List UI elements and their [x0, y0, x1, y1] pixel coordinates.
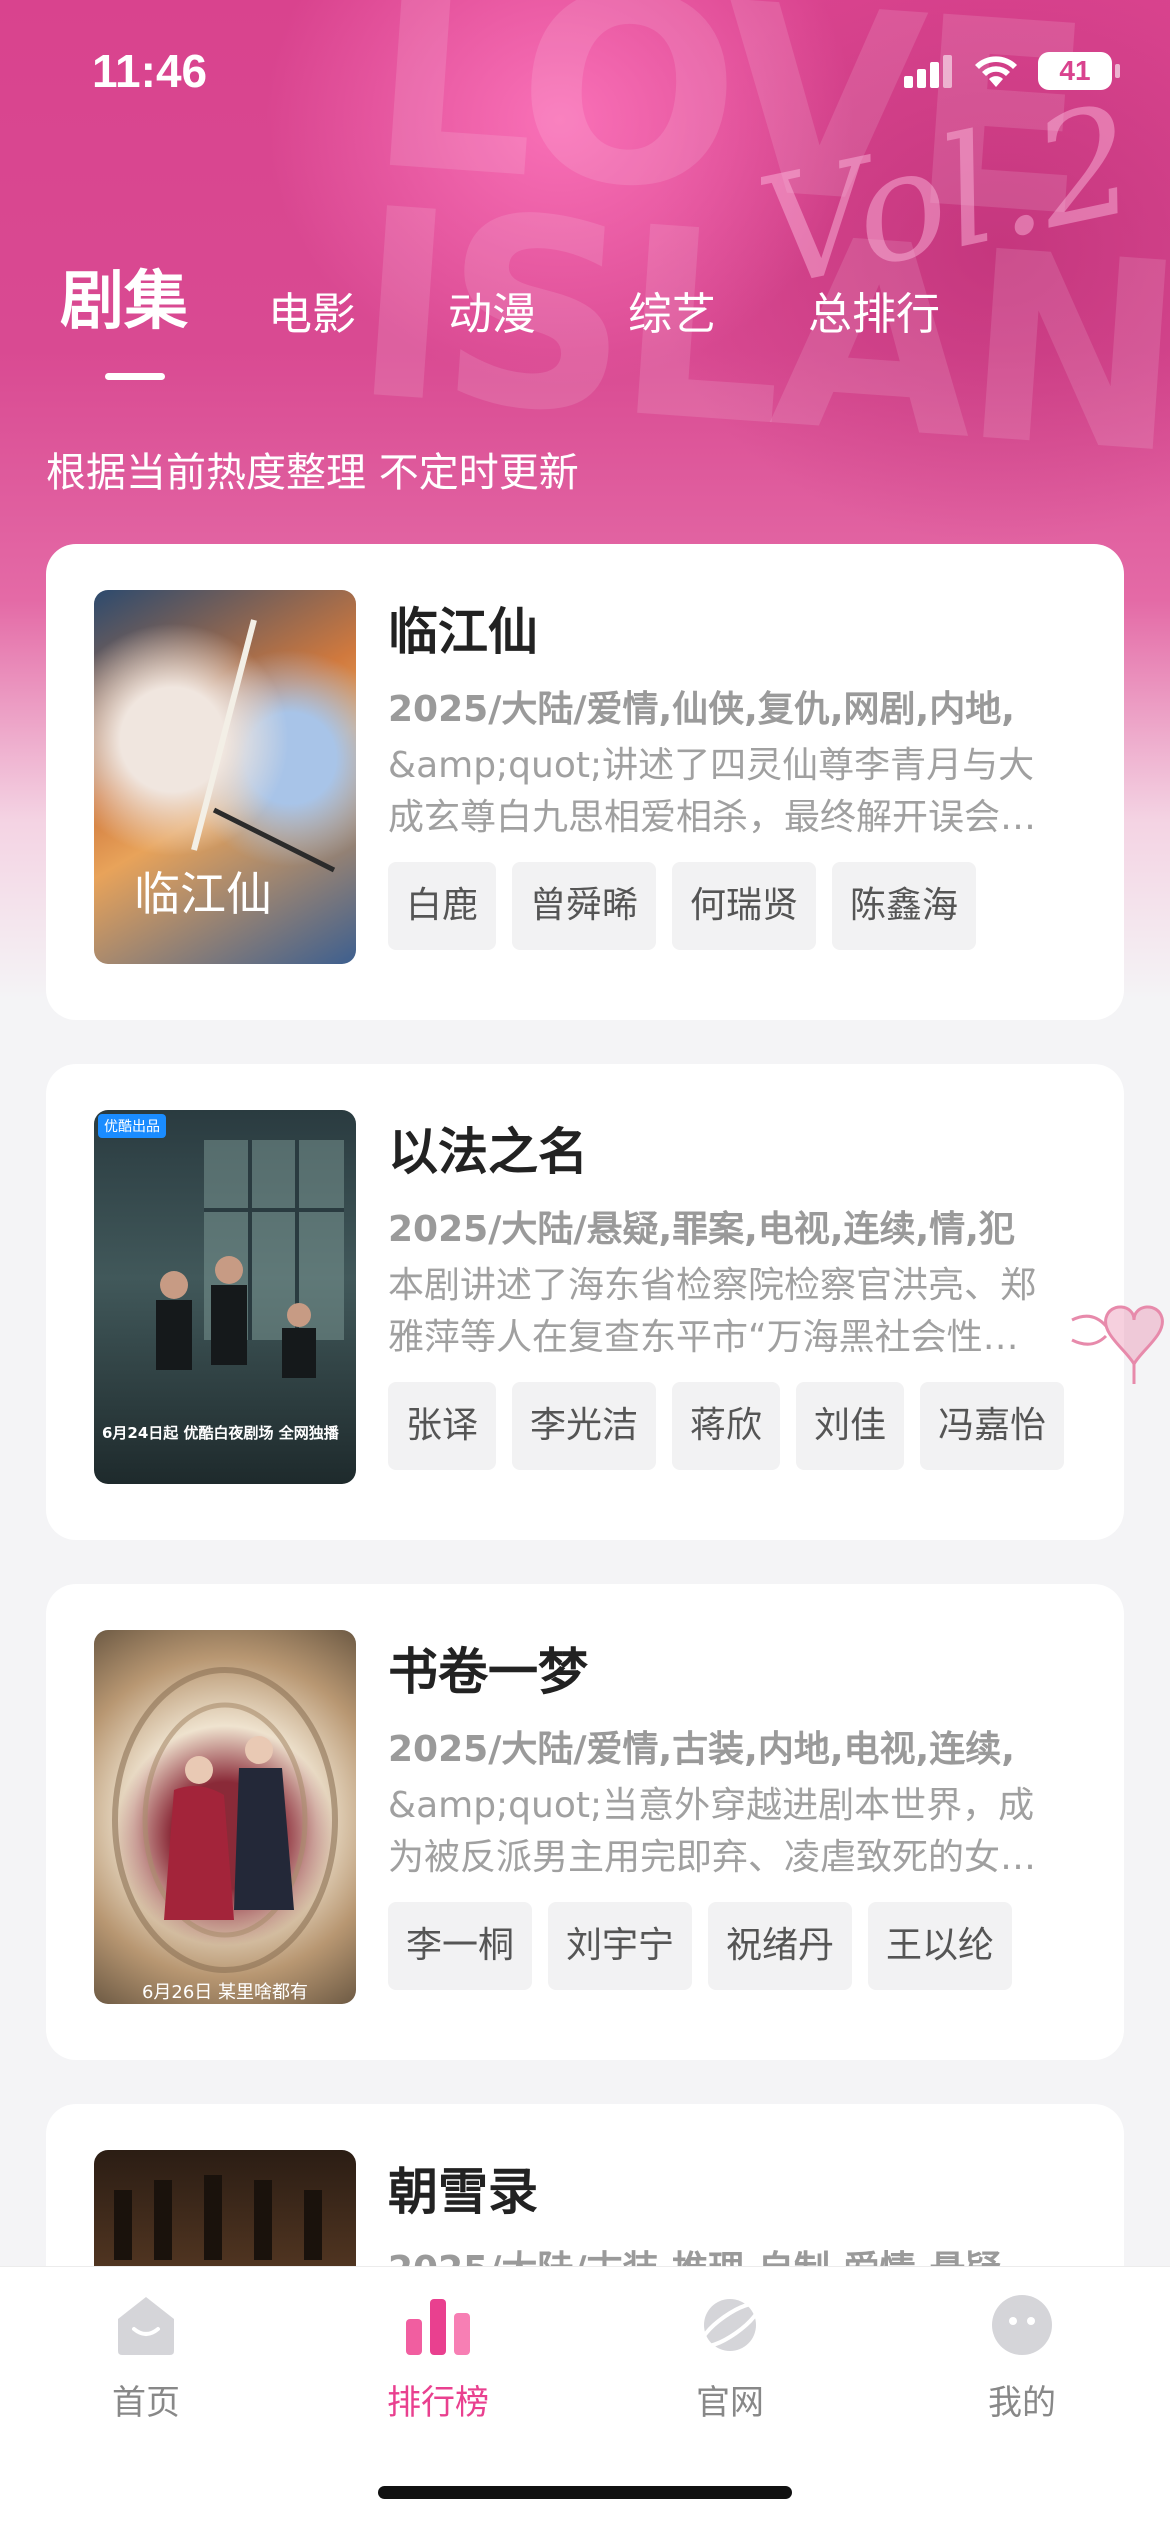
wifi-icon	[975, 56, 1017, 87]
show-meta: 2025/大陆/爱情,仙侠,复仇,网剧,内地,	[388, 689, 1015, 730]
tab-overall-ranking[interactable]: 总排行	[808, 278, 940, 342]
nav-profile[interactable]: 我的	[922, 2289, 1122, 2424]
tab-series[interactable]: 剧集	[60, 250, 188, 380]
show-description-line: &amp;quot;当意外穿越进剧本世界，成	[388, 1785, 1035, 1826]
show-poster: 临江仙	[94, 590, 356, 964]
actor-tag[interactable]: 李光洁	[512, 1382, 657, 1470]
show-description-line: &amp;quot;讲述了四灵仙尊李青月与大	[388, 745, 1035, 786]
planet-icon	[699, 2299, 761, 2351]
show-description-line: 本剧讲述了海东省检察院检察官洪亮、郑	[388, 1265, 1037, 1306]
show-title: 朝雪录	[388, 2163, 538, 2221]
show-poster: 优酷出品 6月24日起 优酷白夜剧场 全网独播	[94, 1110, 356, 1484]
status-bar: 11:46 41	[0, 0, 1170, 140]
status-icons: 41	[904, 52, 1120, 90]
actor-tag[interactable]: 蒋欣	[672, 1382, 781, 1470]
tab-anime[interactable]: 动漫	[448, 278, 536, 342]
actor-tag[interactable]: 祝绪丹	[708, 1902, 853, 1990]
show-poster: 6月26日 某里啥都有	[94, 1630, 356, 2004]
show-card[interactable]: 优酷出品 6月24日起 优酷白夜剧场 全网独播 以法之名 2025/大陆/悬疑,…	[46, 1064, 1124, 1540]
category-tabs: 剧集 电影 动漫 综艺 总排行	[60, 250, 1032, 380]
actor-tag[interactable]: 李一桐	[388, 1902, 533, 1990]
home-indicator[interactable]	[378, 2486, 792, 2499]
poster-badge: 优酷出品	[98, 1114, 166, 1138]
show-meta: 2025/大陆/悬疑,罪案,电视,连续,情,犯	[388, 1209, 1015, 1250]
show-title: 临江仙	[388, 603, 538, 661]
show-card[interactable]: 6月26日 某里啥都有 书卷一梦 2025/大陆/爱情,古装,内地,电视,连续,…	[46, 1584, 1124, 2060]
nav-home-label: 首页	[112, 2383, 180, 2423]
poster-art	[112, 1667, 338, 1973]
actor-tag[interactable]: 刘佳	[796, 1382, 905, 1470]
floating-heart-icon[interactable]	[1062, 1280, 1170, 1390]
actor-tag[interactable]: 冯嘉怡	[920, 1382, 1065, 1470]
show-description: &amp;quot;讲述了四灵仙尊李青月与大 成玄尊白九思相爱相杀，最终解开误会…	[388, 740, 1088, 844]
actor-tag[interactable]: 王以纶	[868, 1902, 1013, 1990]
nav-ranking[interactable]: 排行榜	[338, 2289, 538, 2424]
nav-profile-label: 我的	[988, 2383, 1056, 2423]
show-description: &amp;quot;当意外穿越进剧本世界，成 为被反派男主用完即弃、凌虐致死的女…	[388, 1780, 1088, 1884]
show-description: 本剧讲述了海东省检察院检察官洪亮、郑 雅萍等人在复查东平市“万海黑社会性…	[388, 1260, 1088, 1364]
actor-tags: 李一桐 刘宇宁 祝绪丹 王以纶	[388, 1902, 1013, 1990]
actor-tag[interactable]: 刘宇宁	[548, 1902, 693, 1990]
poster-caption: 6月26日 某里啥都有	[141, 1982, 309, 2003]
nav-home[interactable]: 首页	[46, 2289, 246, 2424]
actor-tag[interactable]: 白鹿	[388, 862, 497, 950]
show-title: 以法之名	[388, 1123, 588, 1181]
actor-tags: 白鹿 曾舜晞 何瑞贤 陈鑫海	[388, 862, 977, 950]
status-time: 11:46	[92, 45, 208, 97]
ranking-icon	[406, 2299, 470, 2355]
home-icon	[118, 2297, 174, 2355]
show-card[interactable]: 临江仙 临江仙 2025/大陆/爱情,仙侠,复仇,网剧,内地, &amp;quo…	[46, 544, 1124, 1020]
battery-indicator: 41	[1038, 52, 1120, 90]
actor-tag[interactable]: 张译	[388, 1382, 497, 1470]
actor-tag[interactable]: 陈鑫海	[832, 862, 977, 950]
profile-icon	[992, 2295, 1052, 2355]
show-description-line: 为被反派男主用完即弃、凌虐致死的女…	[388, 1837, 1037, 1878]
signal-icon	[904, 55, 952, 88]
nav-official-site[interactable]: 官网	[630, 2289, 830, 2424]
ranking-subtitle: 根据当前热度整理 不定时更新	[46, 450, 579, 496]
poster-caption: 6月24日起 优酷白夜剧场 全网独播	[102, 1424, 339, 1442]
nav-ranking-label: 排行榜	[387, 2383, 489, 2423]
actor-tags: 张译 李光洁 蒋欣 刘佳 冯嘉怡	[388, 1382, 1065, 1470]
show-meta: 2025/大陆/爱情,古装,内地,电视,连续,	[388, 1729, 1015, 1770]
tab-movies[interactable]: 电影	[268, 278, 356, 342]
poster-title-text: 临江仙	[134, 867, 272, 921]
actor-tag[interactable]: 曾舜晞	[512, 862, 657, 950]
actor-tag[interactable]: 何瑞贤	[672, 862, 817, 950]
show-title: 书卷一梦	[388, 1643, 588, 1701]
nav-official-site-label: 官网	[696, 2383, 764, 2423]
show-description-line: 雅萍等人在复查东平市“万海黑社会性…	[388, 1317, 1019, 1358]
tab-variety[interactable]: 综艺	[628, 278, 716, 342]
show-description-line: 成玄尊白九思相爱相杀，最终解开误会…	[388, 797, 1037, 838]
